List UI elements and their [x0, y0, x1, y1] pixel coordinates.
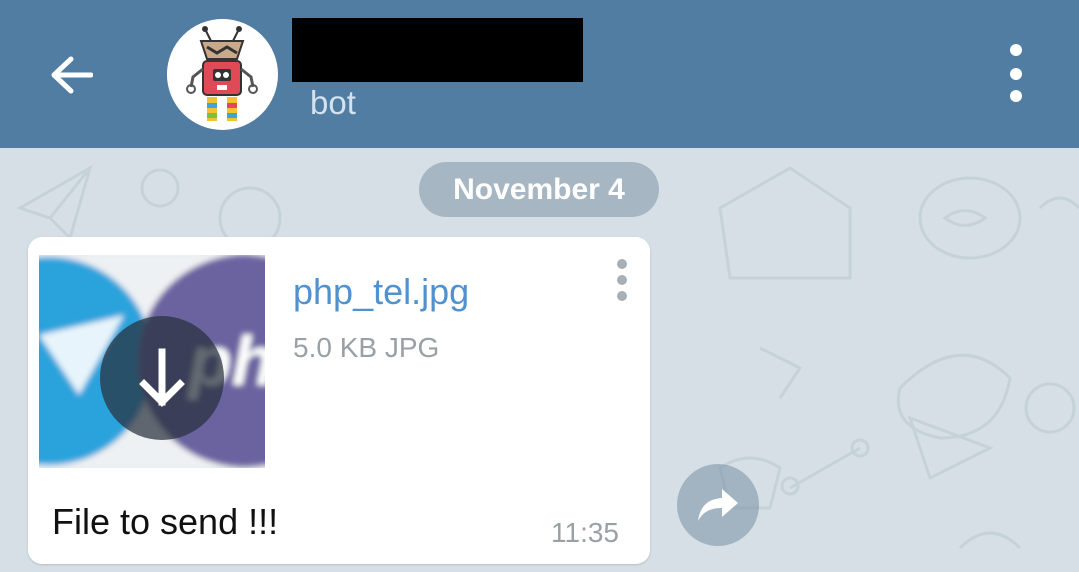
arrow-left-icon [51, 56, 93, 94]
more-vertical-icon [617, 259, 627, 269]
chat-header: bot [0, 0, 1079, 148]
download-arrow-icon [139, 348, 185, 407]
share-button[interactable] [677, 464, 759, 546]
date-separator: November 4 [419, 162, 659, 217]
message-caption: File to send !!! [52, 501, 279, 542]
robot-icon [167, 19, 277, 129]
file-name-link[interactable]: php_tel.jpg [293, 271, 469, 313]
share-forward-icon [698, 489, 738, 521]
more-options-button[interactable] [996, 44, 1036, 106]
message-menu-button[interactable] [614, 259, 630, 305]
message-time: 11:35 [551, 517, 619, 548]
more-vertical-icon-dot [617, 275, 627, 285]
chat-title-redacted [292, 18, 583, 82]
message-bubble[interactable]: ph php_tel.jpg 5.0 KB JPG File to send !… [28, 237, 650, 564]
back-button[interactable] [36, 42, 106, 108]
avatar[interactable] [167, 19, 278, 130]
file-thumbnail[interactable]: ph [39, 255, 265, 468]
more-vertical-icon-dot [1010, 90, 1022, 102]
more-vertical-icon [1010, 44, 1022, 56]
download-button[interactable] [100, 316, 224, 440]
chat-subtitle: bot [310, 84, 356, 121]
more-vertical-icon-dot [617, 291, 627, 301]
file-meta: 5.0 KB JPG [293, 332, 440, 363]
more-vertical-icon-dot [1010, 68, 1022, 80]
